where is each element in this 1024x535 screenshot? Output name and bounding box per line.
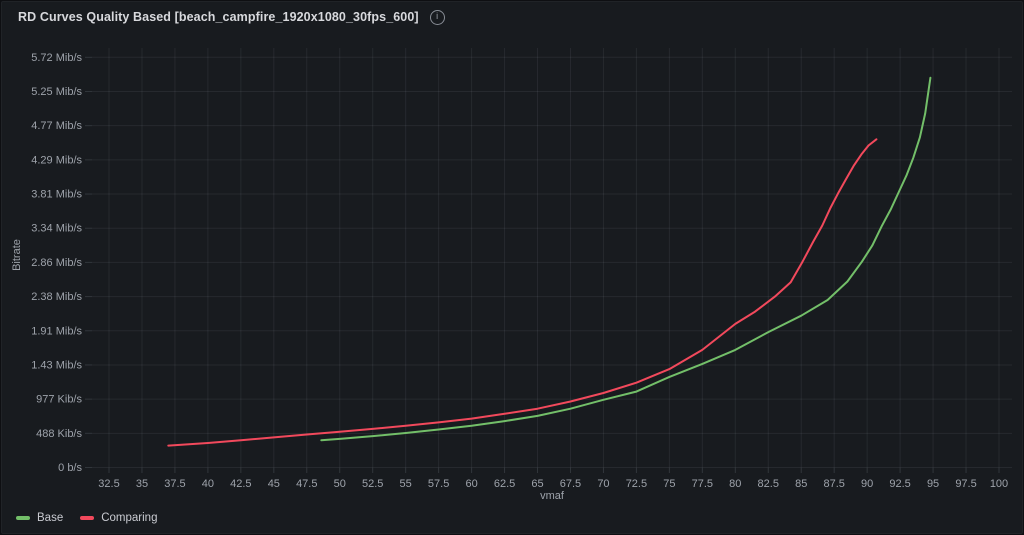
y-tick-label: 3.34 Mib/s xyxy=(31,223,82,235)
x-tick-label: 67.5 xyxy=(560,478,581,490)
info-icon[interactable]: i xyxy=(430,10,445,25)
x-tick-label: 72.5 xyxy=(626,478,647,490)
panel-title[interactable]: RD Curves Quality Based [beach_campfire_… xyxy=(18,10,419,24)
y-tick-label: 488 Kib/s xyxy=(36,428,82,440)
y-tick-label: 0 b/s xyxy=(58,462,82,474)
x-tick-label: 70 xyxy=(597,478,609,490)
y-tick-label: 5.72 Mib/s xyxy=(31,52,82,64)
series-line-comparing[interactable] xyxy=(168,139,876,445)
x-tick-label: 57.5 xyxy=(428,478,449,490)
y-tick-label: 977 Kib/s xyxy=(36,394,82,406)
x-tick-label: 45 xyxy=(268,478,280,490)
x-tick-label: 60 xyxy=(465,478,477,490)
x-tick-label: 77.5 xyxy=(692,478,713,490)
comparing-series-color-swatch xyxy=(80,516,94,520)
x-tick-label: 95 xyxy=(927,478,939,490)
rd-curves-chart[interactable]: 0 b/s 488 Kib/s 977 Kib/s 1.43 Mib/s 1.91 Mi… xyxy=(2,2,1022,533)
y-tick-label: 2.38 Mib/s xyxy=(31,291,82,303)
x-tick-label: 37.5 xyxy=(164,478,185,490)
x-tick-label: 40 xyxy=(202,478,214,490)
y-tick-label: 2.86 Mib/s xyxy=(31,257,82,269)
x-tick-label: 47.5 xyxy=(296,478,317,490)
x-tick-label: 55 xyxy=(400,478,412,490)
x-tick-label: 90 xyxy=(861,478,873,490)
x-tick-label: 32.5 xyxy=(98,478,119,490)
x-tick-label: 50 xyxy=(334,478,346,490)
x-tick-label: 62.5 xyxy=(494,478,515,490)
x-tick-label: 35 xyxy=(136,478,148,490)
legend: Base Comparing xyxy=(16,512,157,524)
chart-canvas[interactable]: 0 b/s 488 Kib/s 977 Kib/s 1.43 Mib/s 1.91 Mi… xyxy=(2,2,1024,533)
legend-label-base: Base xyxy=(37,512,63,524)
panel-header[interactable]: RD Curves Quality Based [beach_campfire_… xyxy=(2,2,1022,32)
x-tick-label: 85 xyxy=(795,478,807,490)
rd-curves-panel: RD Curves Quality Based [beach_campfire_… xyxy=(1,1,1023,534)
y-tick-label: 3.81 Mib/s xyxy=(31,189,82,201)
x-tick-label: 42.5 xyxy=(230,478,251,490)
x-tick-label: 97.5 xyxy=(955,478,976,490)
legend-label-comparing: Comparing xyxy=(101,512,157,524)
x-tick-label: 80 xyxy=(729,478,741,490)
x-tick-label: 87.5 xyxy=(823,478,844,490)
y-tick-label: 1.91 Mib/s xyxy=(31,325,82,337)
x-axis-title: vmaf xyxy=(92,490,1012,502)
y-tick-label: 4.29 Mib/s xyxy=(31,154,82,166)
y-axis-title: Bitrate xyxy=(11,215,23,295)
x-tick-label: 92.5 xyxy=(889,478,910,490)
x-tick-label: 52.5 xyxy=(362,478,383,490)
x-tick-label: 75 xyxy=(663,478,675,490)
x-tick-label: 65 xyxy=(531,478,543,490)
y-tick-label: 1.43 Mib/s xyxy=(31,359,82,371)
x-tick-label: 100 xyxy=(990,478,1008,490)
base-series-color-swatch xyxy=(16,516,30,520)
y-tick-label: 5.25 Mib/s xyxy=(31,86,82,98)
legend-item-base[interactable]: Base xyxy=(16,512,63,524)
legend-item-comparing[interactable]: Comparing xyxy=(80,512,157,524)
x-tick-label: 82.5 xyxy=(758,478,779,490)
y-tick-label: 4.77 Mib/s xyxy=(31,120,82,132)
